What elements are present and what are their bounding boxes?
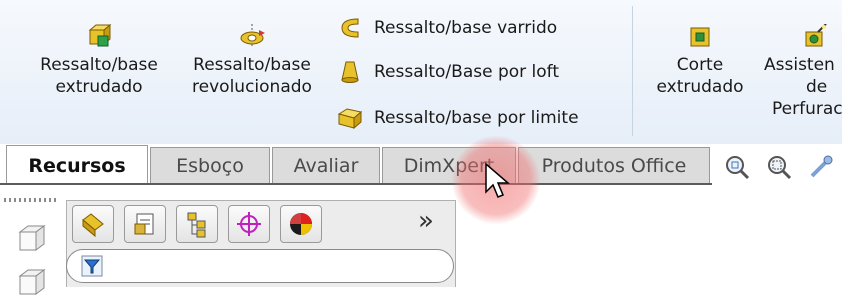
zoom-to-area-icon[interactable] bbox=[766, 154, 792, 180]
featuremanager-tab[interactable] bbox=[72, 205, 114, 243]
tab-label: Esboço bbox=[176, 154, 244, 177]
dimxpertmanager-tab[interactable] bbox=[228, 205, 270, 243]
revolved-boss-label-2: revolucionado bbox=[192, 77, 312, 97]
revolved-boss-label-1: Ressalto/base bbox=[193, 55, 311, 75]
view-cube-icon[interactable] bbox=[14, 222, 48, 256]
propertymanager-icon bbox=[134, 213, 154, 235]
extruded-boss-label-2: extrudado bbox=[55, 77, 143, 97]
ribbon-separator bbox=[632, 6, 633, 136]
pane-grip[interactable] bbox=[4, 198, 58, 202]
featuremanager-tree-icon bbox=[82, 213, 104, 238]
swept-boss-button[interactable]: Ressalto/base varrido bbox=[336, 14, 557, 42]
tab-produtos-office[interactable]: Produtos Office bbox=[518, 147, 710, 183]
revolved-boss-icon bbox=[240, 24, 265, 48]
lofted-boss-button[interactable]: Ressalto/Base por loft bbox=[336, 58, 559, 86]
extruded-boss-icon bbox=[88, 24, 112, 47]
previous-view-icon[interactable] bbox=[808, 154, 834, 180]
hole-wizard-label-1: Assisten bbox=[764, 55, 835, 75]
extruded-cut-icon bbox=[690, 27, 710, 47]
lofted-boss-label: Ressalto/Base por loft bbox=[374, 62, 560, 82]
filter-field[interactable] bbox=[66, 249, 454, 283]
propertymanager-tab[interactable] bbox=[124, 205, 166, 243]
dimxpertmanager-icon bbox=[237, 212, 261, 236]
displaymanager-icon bbox=[290, 213, 312, 235]
tab-label: DimXpert bbox=[403, 154, 495, 177]
tab-esboco[interactable]: Esboço bbox=[150, 147, 270, 183]
hole-wizard-button[interactable]: Assisten de Perfurac bbox=[764, 24, 842, 120]
extruded-cut-button[interactable]: Corte extrudado bbox=[636, 24, 764, 98]
boundary-boss-button[interactable]: Ressalto/base por limite bbox=[336, 104, 579, 132]
lofted-boss-icon bbox=[341, 61, 359, 83]
mouse-pointer-icon bbox=[485, 162, 511, 198]
boundary-boss-icon bbox=[337, 108, 363, 130]
view-cube-icon[interactable] bbox=[14, 266, 48, 300]
configurationmanager-icon bbox=[187, 212, 206, 238]
configurationmanager-tab[interactable] bbox=[176, 205, 218, 243]
extruded-boss-label-1: Ressalto/base bbox=[40, 55, 158, 75]
swept-boss-icon bbox=[341, 18, 359, 38]
tab-recursos[interactable]: Recursos bbox=[6, 145, 148, 185]
revolved-boss-button[interactable]: Ressalto/base revolucionado bbox=[183, 24, 321, 98]
zoom-to-fit-icon[interactable] bbox=[724, 154, 750, 180]
filter-icon bbox=[81, 255, 103, 277]
tab-underline bbox=[0, 183, 712, 185]
hole-wizard-label-2: de bbox=[806, 77, 828, 97]
hole-wizard-icon bbox=[805, 24, 827, 47]
tab-label: Recursos bbox=[28, 154, 126, 177]
swept-boss-label: Ressalto/base varrido bbox=[374, 18, 558, 38]
tab-label: Avaliar bbox=[293, 154, 359, 177]
tab-avaliar[interactable]: Avaliar bbox=[272, 147, 380, 183]
commandmanager-ribbon: Ressalto/base extrudado Ressalto/base re… bbox=[0, 0, 842, 145]
extruded-boss-button[interactable]: Ressalto/base extrudado bbox=[30, 24, 168, 98]
boundary-boss-label: Ressalto/base por limite bbox=[374, 108, 579, 128]
tab-label: Produtos Office bbox=[541, 154, 687, 177]
extruded-cut-label-1: Corte bbox=[676, 55, 724, 75]
displaymanager-tab[interactable] bbox=[280, 205, 322, 243]
extruded-cut-label-2: extrudado bbox=[656, 77, 744, 97]
hole-wizard-label-3: Perfurac bbox=[772, 99, 842, 119]
more-tabs-chevron-icon[interactable]: » bbox=[418, 206, 434, 236]
